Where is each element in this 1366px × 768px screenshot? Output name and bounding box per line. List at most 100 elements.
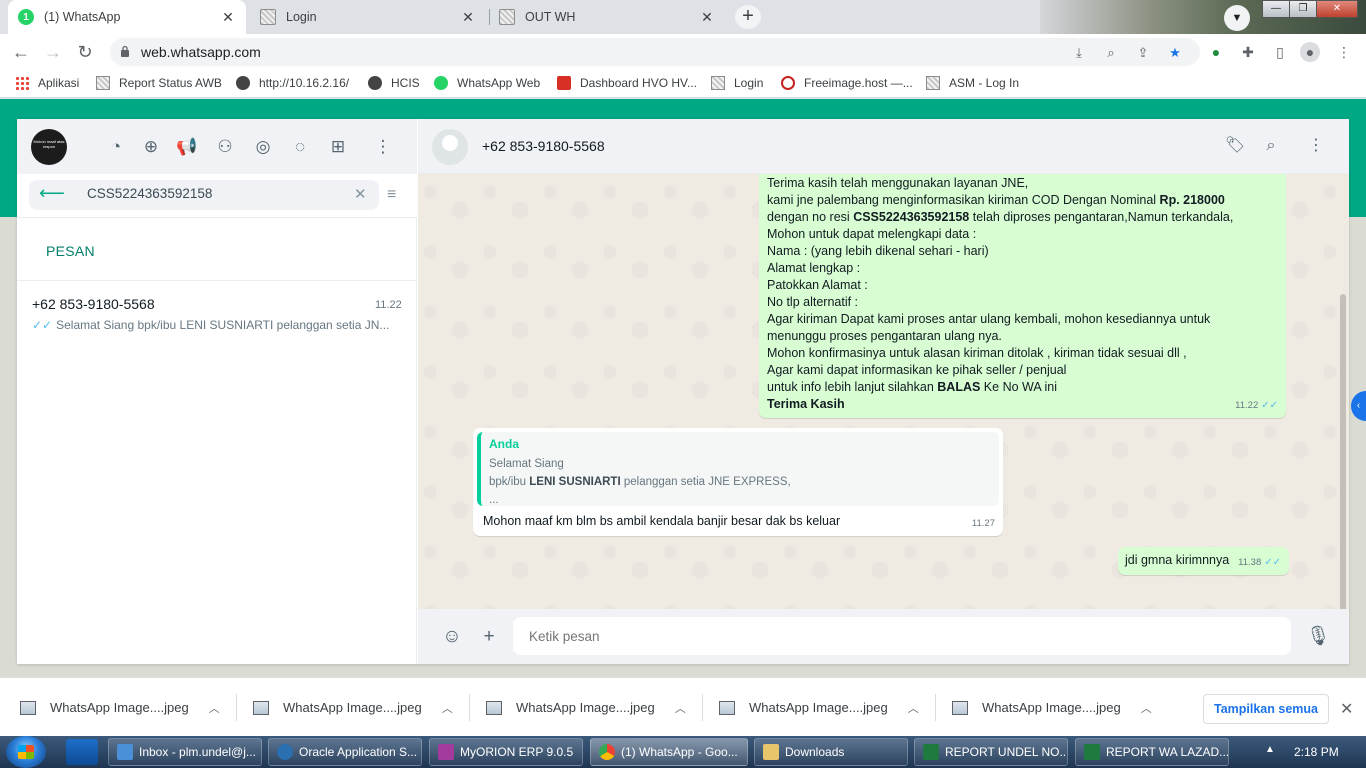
chevron-up-icon[interactable]: ︿: [908, 700, 919, 716]
share-icon[interactable]: ⇪: [1134, 44, 1152, 62]
chevron-up-icon[interactable]: ︿: [675, 700, 686, 716]
taskbar-item-myorion[interactable]: MyORION ERP 9.0.5: [429, 738, 583, 766]
back-arrow-icon[interactable]: ⟵: [39, 183, 65, 204]
window-close-icon[interactable]: ✕: [1316, 0, 1358, 18]
tab-whatsapp[interactable]: 1 (1) WhatsApp ✕: [8, 0, 246, 34]
extensions-puzzle-icon[interactable]: ✚: [1238, 42, 1258, 62]
close-icon[interactable]: ✕: [1340, 699, 1353, 719]
download-item[interactable]: WhatsApp Image....jpeg ︿: [20, 678, 220, 737]
taskbar-item-chrome-whatsapp[interactable]: (1) WhatsApp - Goo...: [590, 738, 748, 766]
add-contact-icon[interactable]: ⊕: [139, 135, 163, 159]
search-input[interactable]: [87, 186, 347, 201]
download-item[interactable]: WhatsApp Image....jpeg ︿: [486, 678, 686, 737]
taskbar-item-report-undel[interactable]: REPORT UNDEL NO...: [914, 738, 1068, 766]
contact-avatar-icon[interactable]: [432, 129, 468, 165]
chrome-menu-icon[interactable]: ⋮: [1334, 42, 1354, 62]
install-app-icon[interactable]: ⤓: [1070, 44, 1088, 62]
show-all-downloads-button[interactable]: Tampilkan semua: [1203, 694, 1329, 724]
message-incoming[interactable]: Anda Selamat Siang bpk/ibu LENI SUSNIART…: [473, 428, 1003, 536]
message-outgoing[interactable]: Terima kasih telah menggunakan layanan J…: [759, 174, 1286, 418]
bookmark-apps[interactable]: Aplikasi: [15, 76, 79, 90]
tab-login[interactable]: Login ✕: [250, 0, 486, 34]
status-icon[interactable]: ◔: [104, 135, 128, 159]
bookmark-label: Login: [734, 76, 764, 90]
taskbar-item-oracle[interactable]: Oracle Application S...: [268, 738, 422, 766]
url-text[interactable]: web.whatsapp.com: [141, 44, 261, 60]
tab-search-chevron-icon[interactable]: ▼: [1224, 5, 1250, 31]
microphone-icon[interactable]: 🎙: [1305, 624, 1331, 650]
download-item[interactable]: WhatsApp Image....jpeg ︿: [952, 678, 1152, 737]
search-icon[interactable]: ⌕: [1260, 135, 1282, 157]
search-result-row[interactable]: +62 853-9180-5568 11.22 ✓✓ Selamat Siang …: [17, 281, 417, 341]
side-panel-icon[interactable]: ▯: [1270, 42, 1290, 62]
bookmark-asm-login[interactable]: ASM - Log In: [926, 76, 1019, 90]
excel-icon: [1084, 744, 1100, 760]
download-item[interactable]: WhatsApp Image....jpeg ︿: [253, 678, 453, 737]
divider: [935, 694, 936, 721]
attach-plus-icon[interactable]: +: [476, 624, 502, 650]
clear-icon[interactable]: ✕: [354, 185, 367, 203]
download-item[interactable]: WhatsApp Image....jpeg ︿: [719, 678, 919, 737]
message-text: kami jne palembang menginformasikan kiri…: [767, 193, 1160, 207]
quoted-line: ...: [489, 494, 499, 506]
tab-title: Login: [286, 10, 317, 24]
back-arrow-icon[interactable]: ←: [9, 40, 33, 64]
bookmark-report-status-awb[interactable]: Report Status AWB: [96, 76, 222, 90]
task-label: MyORION ERP 9.0.5: [460, 745, 574, 759]
bookmark-ip-address[interactable]: http://10.16.2.16/: [236, 76, 349, 90]
zoom-icon[interactable]: ⌕: [1102, 44, 1120, 62]
start-button[interactable]: [6, 736, 46, 768]
bookmark-dashboard-hvo[interactable]: Dashboard HVO HV...: [557, 76, 697, 90]
chat-scrollbar[interactable]: [1340, 294, 1346, 609]
bookmark-hcis[interactable]: HCIS: [368, 76, 420, 90]
close-icon[interactable]: ✕: [220, 9, 236, 26]
message-text: jdi gmna kirimnnya: [1125, 553, 1230, 567]
communities-icon[interactable]: ⚇: [213, 135, 237, 159]
address-bar[interactable]: web.whatsapp.com ⤓ ⌕ ⇪ ★: [110, 38, 1200, 66]
tab-out-wh[interactable]: OUT WH ✕: [489, 0, 725, 34]
menu-dots-icon[interactable]: ⋮: [1305, 135, 1327, 157]
message-outgoing[interactable]: jdi gmna kirimnnya 11.38 ✓✓: [1118, 547, 1289, 575]
folder-icon: [763, 744, 779, 760]
menu-dots-icon[interactable]: ⋮: [371, 135, 395, 159]
side-extension-tab[interactable]: ‹: [1351, 391, 1366, 421]
profile-avatar-icon[interactable]: ●: [1300, 42, 1320, 62]
generic-page-icon: [96, 76, 110, 90]
bookmark-star-icon[interactable]: ★: [1166, 44, 1184, 62]
bookmark-freeimage[interactable]: Freeimage.host —...: [781, 76, 913, 90]
close-icon[interactable]: ✕: [460, 9, 476, 26]
tray-expand-icon[interactable]: ▲: [1265, 744, 1275, 755]
search-box[interactable]: ⟵ ✕: [29, 180, 379, 210]
outlook-icon[interactable]: [66, 739, 98, 765]
message-input[interactable]: [513, 617, 1291, 655]
bookmark-login[interactable]: Login: [711, 76, 763, 90]
taskbar-item-inbox[interactable]: Inbox - plm.undel@j...: [108, 738, 262, 766]
megaphone-icon[interactable]: 📢: [175, 135, 199, 159]
new-chat-icon[interactable]: ⊞: [326, 135, 350, 159]
my-avatar[interactable]: Mohon maaf atas respon: [31, 129, 67, 165]
taskbar-item-report-wa[interactable]: REPORT WA LAZAD...: [1075, 738, 1229, 766]
chevron-up-icon[interactable]: ︿: [1141, 700, 1152, 716]
contact-name[interactable]: +62 853-9180-5568: [482, 138, 605, 154]
chat-bubble-icon[interactable]: ◌: [288, 135, 312, 159]
double-check-icon: ✓✓: [32, 318, 53, 332]
filter-icon[interactable]: ≡: [387, 186, 396, 204]
label-tag-icon[interactable]: 🏷: [1224, 135, 1246, 157]
reload-icon[interactable]: ↻: [73, 40, 97, 64]
minimize-icon[interactable]: —: [1262, 0, 1290, 18]
bookmark-whatsapp-web[interactable]: WhatsApp Web: [434, 76, 540, 90]
channels-icon[interactable]: ◎: [251, 135, 275, 159]
taskbar-item-downloads[interactable]: Downloads: [754, 738, 908, 766]
system-clock[interactable]: 2:18 PM: [1294, 745, 1339, 759]
maximize-icon[interactable]: ❐: [1289, 0, 1317, 18]
chevron-up-icon[interactable]: ︿: [209, 700, 220, 716]
close-icon[interactable]: ✕: [699, 9, 715, 26]
message-text: dengan no resi: [767, 210, 854, 224]
new-tab-button[interactable]: +: [735, 5, 761, 29]
chevron-up-icon[interactable]: ︿: [442, 700, 453, 716]
quoted-message[interactable]: Anda Selamat Siang bpk/ibu LENI SUSNIART…: [477, 432, 999, 506]
section-label-messages: PESAN: [46, 243, 95, 259]
forward-arrow-icon[interactable]: →: [41, 40, 65, 64]
extension-whatsapp-icon[interactable]: ●: [1206, 42, 1226, 62]
emoji-icon[interactable]: ☺: [439, 624, 465, 650]
